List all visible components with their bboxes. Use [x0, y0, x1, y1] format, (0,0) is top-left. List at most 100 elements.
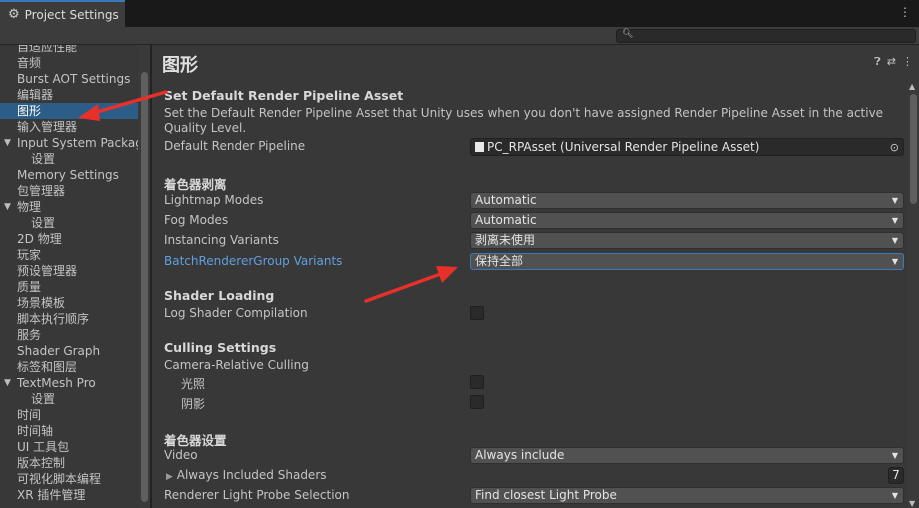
header-icons: ❓︎ ⇄ ⋮ — [874, 55, 913, 69]
sidebar-item[interactable]: 设置 — [0, 151, 138, 167]
default-rp-label: Default Render Pipeline — [164, 139, 306, 153]
dropdown-arrow-icon: ▼ — [891, 196, 898, 205]
sidebar-item-label: 场景模板 — [17, 296, 66, 310]
sidebar-item[interactable]: 标签和图层 — [0, 359, 138, 375]
always-included-shaders-foldout[interactable]: ▶ Always Included Shaders — [166, 468, 327, 482]
sidebar-item-label: 图形 — [17, 104, 42, 118]
sidebar-item-label: 时间轴 — [17, 424, 54, 438]
sidebar-item[interactable]: 自适应性能 — [0, 45, 138, 55]
sidebar-item-label: Input System Package — [17, 136, 138, 150]
title-bar: ⚙ Project Settings ⋮ — [0, 0, 919, 27]
page-title: 图形 — [162, 55, 198, 76]
sidebar-item[interactable]: ▼ Input System Package — [0, 135, 138, 151]
search-icon: 🔍︎ — [622, 29, 634, 39]
fog-modes-dropdown[interactable]: Automatic ▼ — [470, 212, 904, 229]
log-shader-compilation-checkbox[interactable] — [470, 306, 484, 320]
included-shaders-count[interactable]: 7 — [888, 467, 904, 484]
sidebar-item-label: 设置 — [31, 216, 56, 230]
main-scroll-thumb[interactable] — [910, 94, 917, 204]
sidebar-item[interactable]: 质量 — [0, 279, 138, 295]
sidebar-item[interactable]: 输入管理器 — [0, 119, 138, 135]
settings-category-list: 自适应性能 音频 Burst AOT Settings 编辑器 图形输入管理器 ▼ Inpu… — [0, 45, 138, 503]
shadows-label: 阴影 — [181, 397, 206, 411]
light-probe-selection-dropdown[interactable]: Find closest Light Probe ▼ — [470, 487, 904, 504]
default-rp-field[interactable]: PC_RPAsset (Universal Render Pipeline As… — [470, 138, 904, 156]
sidebar-item[interactable]: Shader Graph — [0, 343, 138, 359]
sidebar-item-label: 质量 — [17, 280, 42, 294]
sidebar-item[interactable]: UI 工具包 — [0, 439, 138, 455]
lightmap-modes-value: Automatic — [475, 193, 537, 207]
brg-variants-value: 保持全部 — [475, 254, 524, 268]
project-settings-tab[interactable]: ⚙ Project Settings — [0, 0, 125, 27]
preset-icon[interactable]: ⇄ — [887, 55, 896, 69]
culling-heading: Culling Settings — [164, 340, 277, 355]
shader-settings-heading: 着色器设置 — [164, 433, 227, 448]
toolbar: 🔍︎ — [0, 27, 919, 45]
foldout-arrow-icon: ▶ — [166, 472, 173, 482]
sidebar-item-label: XR 插件管理 — [17, 488, 86, 502]
default-rp-description: Set the Default Render Pipeline Asset th… — [164, 106, 884, 135]
sidebar-item-label: Shader Graph — [17, 344, 101, 358]
sidebar-item-label: 服务 — [17, 328, 42, 342]
sidebar-item[interactable]: Memory Settings — [0, 167, 138, 183]
sidebar-item[interactable]: 时间 — [0, 407, 138, 423]
instancing-variants-dropdown[interactable]: 剥离未使用 ▼ — [470, 232, 904, 249]
asset-icon — [475, 142, 484, 152]
sidebar-item[interactable]: 音频 — [0, 55, 138, 71]
sidebar-item-label: 设置 — [31, 392, 56, 406]
foldout-arrow-icon[interactable]: ▼ — [4, 135, 11, 151]
shadows-checkbox[interactable] — [470, 395, 484, 409]
main-scrollbar[interactable]: ▲ ▼ — [907, 82, 919, 508]
dropdown-arrow-icon: ▼ — [891, 216, 898, 225]
sidebar-item[interactable]: 服务 — [0, 327, 138, 343]
sidebar-item-label: 设置 — [31, 152, 56, 166]
settings-sidebar: 自适应性能 音频 Burst AOT Settings 编辑器 图形输入管理器 ▼ Inpu… — [0, 45, 150, 508]
stripping-heading: 着色器剥离 — [164, 177, 227, 192]
sidebar-item-label: 输入管理器 — [17, 120, 78, 134]
lights-label: 光照 — [181, 377, 206, 391]
sidebar-item[interactable]: XR 插件管理 — [0, 487, 138, 503]
lightmap-modes-dropdown[interactable]: Automatic ▼ — [470, 192, 904, 209]
sidebar-item[interactable]: ▼ 物理 — [0, 199, 138, 215]
brg-variants-dropdown[interactable]: 保持全部 ▼ — [470, 253, 904, 270]
video-dropdown[interactable]: Always include ▼ — [470, 447, 904, 464]
sidebar-scroll-thumb[interactable] — [141, 72, 148, 502]
sidebar-item[interactable]: 玩家 — [0, 247, 138, 263]
sidebar-item-label: 预设管理器 — [17, 264, 78, 278]
sidebar-item[interactable]: 设置 — [0, 215, 138, 231]
sidebar-item[interactable]: 时间轴 — [0, 423, 138, 439]
camera-relative-culling-label: Camera-Relative Culling — [164, 358, 309, 372]
more-icon[interactable]: ⋮ — [899, 5, 911, 19]
help-icon[interactable]: ❓︎ — [874, 55, 881, 69]
sidebar-item-label: 标签和图层 — [17, 360, 78, 374]
log-shader-compilation-label: Log Shader Compilation — [164, 306, 308, 320]
lights-checkbox[interactable] — [470, 375, 484, 389]
fog-modes-label: Fog Modes — [164, 213, 229, 227]
sidebar-item[interactable]: ▼ TextMesh Pro — [0, 375, 138, 391]
sidebar-scrollbar[interactable] — [138, 45, 150, 508]
sidebar-item[interactable]: 版本控制 — [0, 455, 138, 471]
sidebar-item-label: 2D 物理 — [17, 232, 62, 246]
scroll-up-icon[interactable]: ▲ — [909, 82, 915, 91]
sidebar-item-label: 包管理器 — [17, 184, 66, 198]
sidebar-item[interactable]: 编辑器 — [0, 87, 138, 103]
always-included-shaders-label: Always Included Shaders — [176, 468, 327, 482]
object-picker-icon[interactable]: ⊙ — [890, 140, 899, 156]
sidebar-item[interactable]: 设置 — [0, 391, 138, 407]
more-icon[interactable]: ⋮ — [902, 55, 913, 69]
sidebar-item[interactable]: 预设管理器 — [0, 263, 138, 279]
foldout-arrow-icon[interactable]: ▼ — [4, 375, 11, 391]
sidebar-item[interactable]: Burst AOT Settings — [0, 71, 138, 87]
sidebar-item[interactable]: 2D 物理 — [0, 231, 138, 247]
sidebar-item-label: 玩家 — [17, 248, 42, 262]
sidebar-item[interactable]: 脚本执行顺序 — [0, 311, 138, 327]
lightmap-modes-label: Lightmap Modes — [164, 193, 264, 207]
sidebar-item[interactable]: 图形 — [0, 103, 138, 119]
brg-variants-label: BatchRendererGroup Variants — [164, 254, 343, 268]
scroll-down-icon[interactable]: ▼ — [909, 499, 915, 508]
foldout-arrow-icon[interactable]: ▼ — [4, 199, 11, 215]
sidebar-item[interactable]: 包管理器 — [0, 183, 138, 199]
sidebar-item[interactable]: 场景模板 — [0, 295, 138, 311]
sidebar-item[interactable]: 可视化脚本编程 — [0, 471, 138, 487]
search-field[interactable]: 🔍︎ — [616, 29, 916, 43]
